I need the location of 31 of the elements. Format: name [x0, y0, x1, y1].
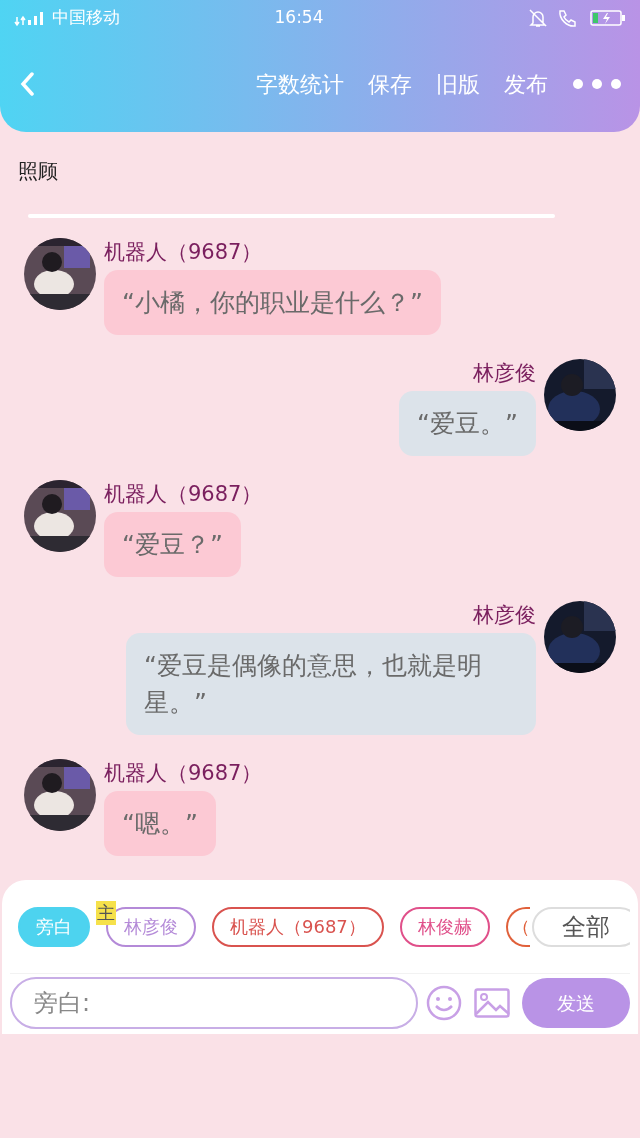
send-button[interactable]: 发送	[522, 978, 630, 1028]
role-chip[interactable]: 林俊赫	[399, 906, 490, 947]
sender-name: 机器人（9687）	[104, 760, 263, 787]
back-icon[interactable]	[20, 72, 34, 96]
message-input[interactable]: 旁白:	[10, 977, 418, 1029]
bell-muted-icon	[528, 8, 548, 28]
emoji-icon[interactable]	[426, 985, 462, 1021]
carrier-name: 中国移动	[52, 6, 120, 30]
more-icon[interactable]	[572, 78, 622, 90]
message-bubble: “爱豆？”	[104, 512, 241, 577]
status-time: 16:54	[274, 6, 325, 30]
message-bubble: “小橘，你的职业是什么？”	[104, 270, 441, 335]
all-roles-button[interactable]: 全部	[531, 906, 630, 947]
role-chip[interactable]: （	[505, 906, 530, 947]
sender-name: 机器人（9687）	[104, 239, 263, 266]
role-chip[interactable]: 机器人（9687）	[212, 906, 384, 947]
header-action[interactable]: 保存	[368, 67, 412, 101]
sender-name: 机器人（9687）	[104, 481, 263, 508]
sender-name: 林彦俊	[473, 360, 536, 387]
story-title: 照顾	[17, 158, 59, 185]
role-chip[interactable]: 旁白	[18, 906, 90, 947]
message-bubble: “嗯。”	[104, 791, 216, 856]
header-action[interactable]: 旧版	[436, 67, 480, 101]
message-bubble: “爱豆。”	[399, 391, 536, 456]
header-action[interactable]: 发布	[504, 67, 548, 101]
header-action[interactable]: 字数统计	[256, 67, 344, 101]
image-icon[interactable]	[474, 988, 510, 1018]
lead-role-tag: 主	[96, 900, 116, 925]
message-bubble: “爱豆是偶像的意思，也就是明星。”	[126, 633, 536, 735]
sender-name: 林彦俊	[473, 602, 536, 629]
battery-icon	[590, 9, 626, 27]
